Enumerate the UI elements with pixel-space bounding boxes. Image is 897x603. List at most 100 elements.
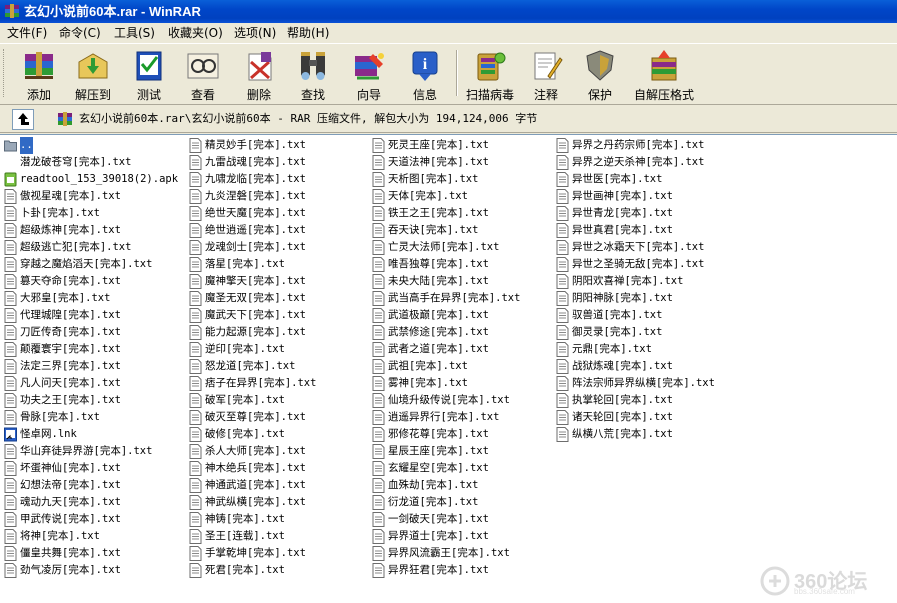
text-file-icon (372, 512, 385, 527)
360-logo-icon (760, 566, 790, 596)
text-file-icon (189, 325, 202, 340)
shortcut-icon (4, 427, 17, 442)
text-file-icon (4, 359, 17, 374)
text-file-icon (372, 376, 385, 391)
file-name: 杀人大师[完本].txt (205, 445, 306, 457)
text-file-icon (189, 529, 202, 544)
file-name: 骨脉[完本].txt (20, 411, 100, 423)
file-name: 大邪皇[完本].txt (20, 292, 111, 304)
file-list[interactable]: .. 潜龙破苍穹[完本].txt readtool_153_39018(2).apk… (0, 134, 897, 603)
text-file-icon (189, 427, 202, 442)
file-name: 武道极巅[完本].txt (388, 309, 489, 321)
comment-button[interactable]: 注释 (520, 46, 572, 102)
up-folder-button[interactable] (12, 109, 34, 130)
menu-options[interactable]: 选项(N) (231, 23, 279, 43)
text-file-icon (4, 444, 17, 459)
test-button[interactable]: 测试 (122, 46, 176, 102)
text-file-icon (556, 240, 569, 255)
file-name: 甲武传说[完本].txt (20, 513, 121, 525)
file-name: 破灭至尊[完本].txt (205, 411, 306, 423)
info-label: 信息 (412, 88, 437, 102)
file-name: 元鼎[完本].txt (572, 343, 652, 355)
title-bar[interactable]: 玄幻小说前60本.rar - WinRAR (0, 0, 897, 23)
text-file-icon (372, 393, 385, 408)
file-name: 神武纵横[完本].txt (205, 496, 306, 508)
file-name: 仙境升级传说[完本].txt (388, 394, 510, 406)
text-file-icon (556, 393, 569, 408)
file-name: 法定三界[完本].txt (20, 360, 121, 372)
file-name: 未央大陆[完本].txt (388, 275, 489, 287)
text-file-icon (372, 444, 385, 459)
file-name: 逆印[完本].txt (205, 343, 285, 355)
menu-command[interactable]: 命令(C) (56, 23, 104, 43)
info-button[interactable]: i 信息 (398, 46, 452, 102)
file-name: 落星[完本].txt (205, 258, 285, 270)
text-file-icon (556, 427, 569, 442)
file-name: 异界之丹药宗师[完本].txt (572, 139, 705, 151)
text-file-icon (4, 291, 17, 306)
text-file-icon (556, 172, 569, 187)
file-name: 痞子在异界[完本].txt (205, 377, 317, 389)
file-name: 魂动九天[完本].txt (20, 496, 121, 508)
toolbar-grip[interactable] (3, 49, 7, 97)
text-file-icon (4, 206, 17, 221)
file-name: readtool_153_39018(2).apk (20, 173, 179, 185)
folder-up-icon (4, 140, 17, 152)
text-file-icon (4, 512, 17, 527)
menu-file[interactable]: 文件(F) (4, 23, 50, 43)
delete-button[interactable]: 删除 (232, 46, 286, 102)
file-name: 绝世逍遥[完本].txt (205, 224, 306, 236)
file-name: 九啸龙临[完本].txt (205, 173, 306, 185)
comment-label: 注释 (533, 88, 558, 102)
file-name: 死君[完本].txt (205, 564, 285, 576)
binoculars-icon (301, 52, 325, 80)
file-name: 魔圣无双[完本].txt (205, 292, 306, 304)
file-name: 御灵录[完本].txt (572, 326, 663, 338)
menu-tools[interactable]: 工具(S) (111, 23, 158, 43)
rar-archive-icon (58, 112, 72, 126)
up-arrow-icon (18, 113, 29, 125)
svg-text:i: i (423, 56, 428, 73)
text-file-icon (4, 529, 17, 544)
protect-button[interactable]: 保护 (574, 46, 626, 102)
file-name: 神木绝兵[完本].txt (205, 462, 306, 474)
path-display[interactable]: 玄幻小说前60本.rar\玄幻小说前60本 - RAR 压缩文件, 解包大小为 … (55, 109, 893, 128)
text-file-icon (189, 461, 202, 476)
text-file-icon (4, 189, 17, 204)
text-file-icon (556, 206, 569, 221)
find-button[interactable]: 查找 (286, 46, 340, 102)
text-file-icon (556, 410, 569, 425)
file-name: 异界道士[完本].txt (388, 530, 489, 542)
file-name: 武者之道[完本].txt (388, 343, 489, 355)
text-file-icon (189, 308, 202, 323)
scan-virus-button[interactable]: 扫描病毒 (462, 46, 518, 102)
menu-favorites[interactable]: 收藏夹(O) (165, 23, 226, 43)
file-name: 神通武道[完本].txt (205, 479, 306, 491)
text-file-icon (556, 308, 569, 323)
text-file-icon (372, 189, 385, 204)
text-file-icon (372, 308, 385, 323)
text-file-icon (372, 461, 385, 476)
view-button[interactable]: 查看 (176, 46, 230, 102)
extract-icon (78, 53, 108, 79)
file-name: 铁王之王[完本].txt (388, 207, 489, 219)
file-name: 超级逃亡犯[完本].txt (20, 241, 132, 253)
file-name: 九雷战魂[完本].txt (205, 156, 306, 168)
file-name: 天体[完本].txt (388, 190, 468, 202)
menu-help[interactable]: 帮助(H) (284, 23, 332, 43)
watermark: 360论坛 bbs.360safe.com (760, 563, 895, 599)
file-name: 华山弃徒异界游[完本].txt (20, 445, 153, 457)
file-name: 玄耀星空[完本].txt (388, 462, 489, 474)
sfx-button[interactable]: 自解压格式 (628, 46, 700, 102)
text-file-icon (372, 138, 385, 153)
file-name: 卜卦[完本].txt (20, 207, 100, 219)
file-name: 异界狂君[完本].txt (388, 564, 489, 576)
file-name: 凡人问天[完本].txt (20, 377, 121, 389)
text-file-icon (4, 274, 17, 289)
file-name: 邪修花尊[完本].txt (388, 428, 489, 440)
add-button[interactable]: 添加 (12, 46, 66, 102)
text-file-icon (372, 240, 385, 255)
text-file-icon (372, 427, 385, 442)
wizard-button[interactable]: 向导 (342, 46, 396, 102)
extract-to-button[interactable]: 解压到 (66, 46, 120, 102)
